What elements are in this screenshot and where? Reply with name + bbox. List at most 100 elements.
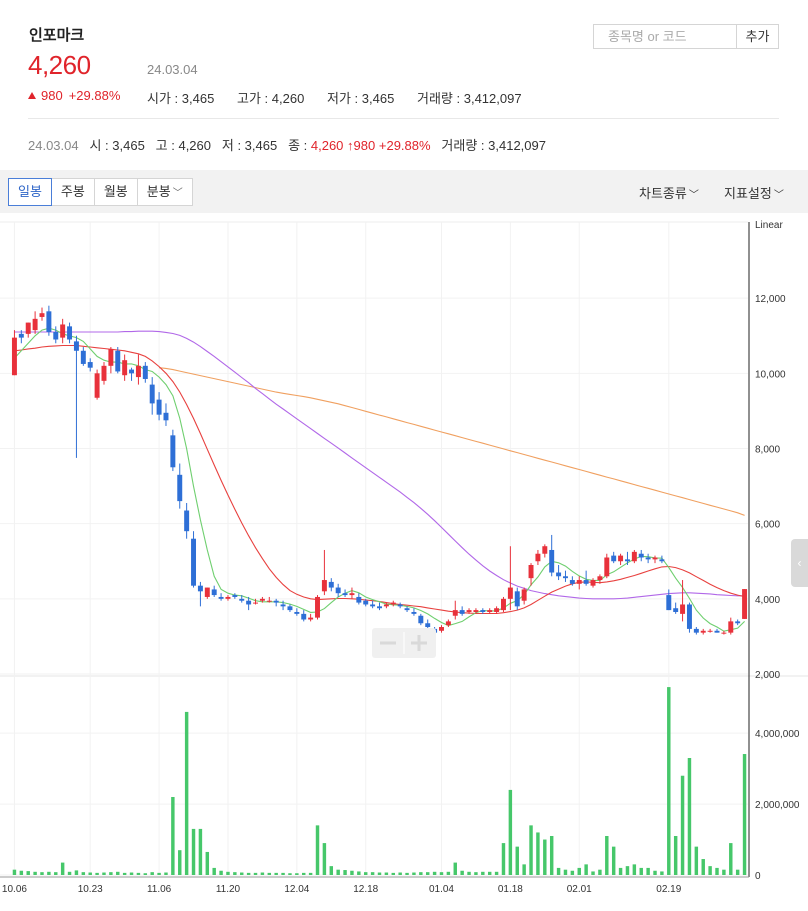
- volume-bar: [398, 872, 402, 875]
- volume-bar: [143, 873, 148, 875]
- candle-body: [742, 589, 748, 619]
- candle-body: [315, 596, 320, 618]
- volume-bar: [54, 872, 58, 875]
- volume-bar: [522, 864, 526, 875]
- volume-bar: [694, 846, 699, 875]
- volume-tick-label: 2,000,000: [755, 800, 800, 811]
- volume-bar: [26, 871, 30, 875]
- candle-body: [652, 557, 658, 560]
- x-tick-label: 12.18: [353, 884, 378, 895]
- volume-bar: [563, 869, 568, 875]
- candle-body: [129, 369, 135, 374]
- volume-bar: [33, 871, 37, 875]
- volume-bar: [432, 871, 437, 875]
- candle-body: [590, 580, 596, 586]
- volume-bar: [350, 870, 354, 875]
- stock-chart[interactable]: 10.06 10.23 11.06 11.20 12.04 12.18 01.04 01.18…: [0, 213, 808, 911]
- volume-bar: [570, 870, 575, 875]
- candle-body: [425, 623, 431, 628]
- volume-bar: [67, 871, 72, 875]
- chart-type-menu[interactable]: 차트종류 ﹀: [639, 183, 699, 202]
- candle-body: [659, 559, 665, 562]
- candle-body: [521, 589, 527, 601]
- candle-body: [218, 596, 224, 599]
- volume-bar: [164, 872, 168, 875]
- tab-daily[interactable]: 일봉: [8, 178, 52, 206]
- period-tabs: 일봉 주봉 월봉 분봉 ﹀: [8, 178, 193, 206]
- candle-body: [466, 610, 472, 612]
- change-amount: 980: [41, 88, 63, 103]
- candle-body: [80, 350, 86, 364]
- volume-bar: [384, 872, 389, 875]
- candle-body: [459, 610, 465, 614]
- candle-body: [211, 589, 217, 596]
- candle-body: [445, 621, 451, 626]
- candle-body: [232, 595, 238, 597]
- volume-bar: [122, 872, 127, 875]
- candle-body: [583, 580, 589, 584]
- volume-bar: [322, 843, 327, 875]
- candle-body: [197, 585, 203, 592]
- candle-body: [73, 341, 79, 351]
- price-date: 24.03.04: [147, 62, 198, 77]
- candle-body: [686, 604, 692, 629]
- volume-bar: [405, 872, 409, 875]
- volume-bar: [95, 872, 99, 875]
- zoom-control[interactable]: [372, 628, 436, 658]
- volume-bar: [253, 872, 258, 875]
- volume-bar: [708, 866, 712, 875]
- candle-body: [253, 602, 258, 604]
- volume-bar: [460, 870, 464, 875]
- candle-body: [556, 572, 562, 577]
- search-input[interactable]: [594, 25, 736, 48]
- candle-body: [439, 627, 444, 631]
- candle-body: [700, 630, 706, 633]
- volume-bar: [129, 872, 134, 875]
- candle-body: [494, 608, 500, 612]
- candle-body: [735, 621, 741, 624]
- candle-body: [562, 576, 568, 579]
- volume-bar: [715, 867, 719, 875]
- candle-body: [149, 384, 155, 404]
- candle-body: [721, 632, 727, 634]
- candle-body: [611, 555, 617, 562]
- candle-body: [46, 311, 52, 332]
- volume-bar: [508, 789, 513, 875]
- candle-body: [25, 322, 31, 334]
- volume-bar: [701, 859, 705, 875]
- candle-body: [714, 630, 720, 633]
- current-price: 4,260: [28, 50, 91, 80]
- add-button[interactable]: 추가: [737, 24, 779, 49]
- candle-body: [273, 600, 279, 603]
- tab-monthly[interactable]: 월봉: [93, 178, 138, 206]
- candle-body: [576, 580, 582, 584]
- volume-bar: [116, 871, 120, 875]
- candle-body: [60, 324, 66, 338]
- candle-body: [618, 555, 624, 562]
- volume-bar: [260, 872, 265, 875]
- stock-name: 인포마크: [29, 27, 85, 44]
- candle-body: [452, 610, 458, 616]
- volume-bar: [274, 872, 278, 875]
- volume-bar: [611, 846, 616, 875]
- indicator-menu[interactable]: 지표설정 ﹀: [724, 183, 784, 202]
- tab-weekly[interactable]: 주봉: [50, 178, 95, 206]
- tab-minute[interactable]: 분봉 ﹀: [136, 178, 193, 206]
- volume-bar: [653, 870, 657, 875]
- candle-body: [301, 613, 307, 620]
- volume-bar: [425, 872, 430, 875]
- volume-bar: [157, 872, 161, 875]
- candle-body: [101, 365, 107, 381]
- candle-body: [239, 598, 245, 601]
- candle-body: [170, 435, 176, 468]
- candle-body: [501, 598, 506, 611]
- volume-bar: [446, 871, 451, 875]
- ma120-line: [159, 367, 745, 516]
- price-tick-label: 6,000: [755, 520, 780, 531]
- volume-bar: [577, 867, 581, 875]
- candle-body: [39, 313, 45, 317]
- side-panel-toggle[interactable]: ‹: [791, 539, 808, 587]
- candle-body: [294, 611, 300, 614]
- volume-bar: [136, 872, 141, 875]
- candle-body: [308, 617, 314, 620]
